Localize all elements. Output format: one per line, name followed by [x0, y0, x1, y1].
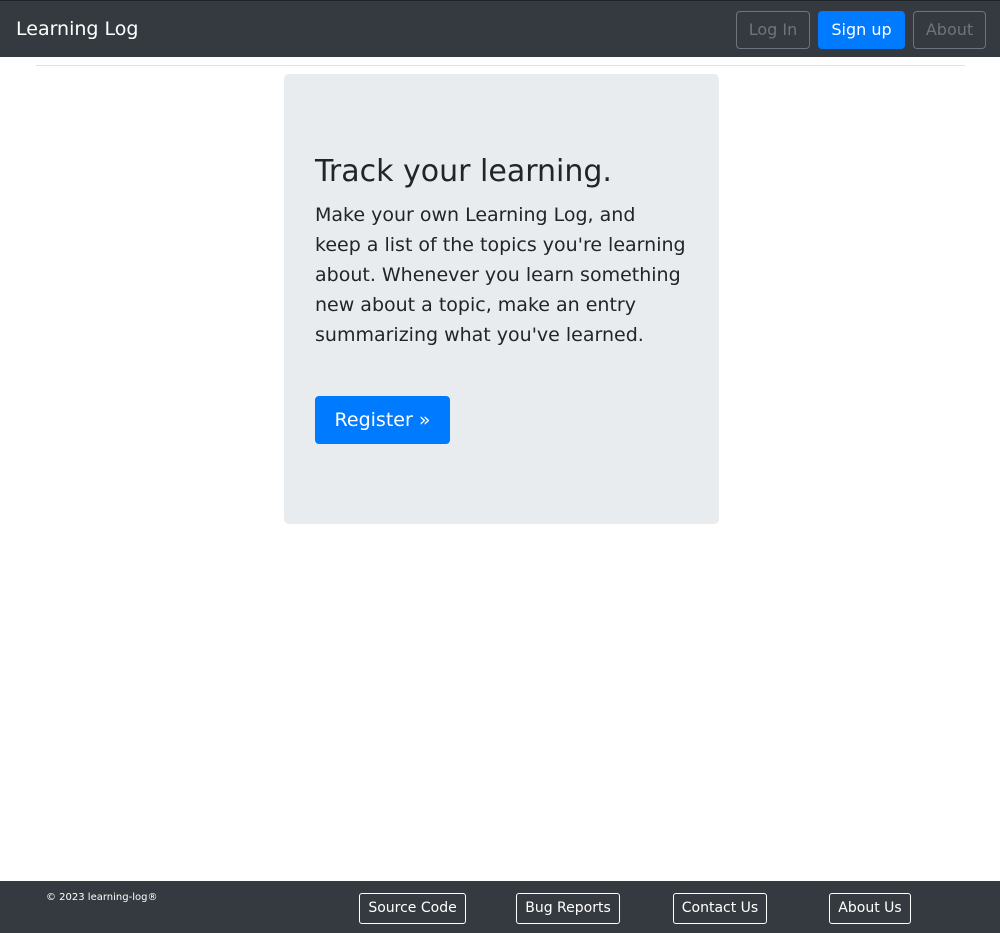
top-navbar: Learning Log Log In Sign up About: [0, 0, 1000, 57]
contact-us-button[interactable]: Contact Us: [673, 893, 767, 924]
hero-title: Track your learning.: [315, 154, 612, 189]
page-footer: © 2023 learning-log® Source Code Bug Rep…: [0, 881, 1000, 933]
about-us-button[interactable]: About Us: [829, 893, 911, 924]
bug-reports-button[interactable]: Bug Reports: [516, 893, 620, 924]
register-button[interactable]: Register »: [315, 396, 450, 444]
signup-button[interactable]: Sign up: [818, 11, 905, 49]
hero-jumbotron: Track your learning. Make your own Learn…: [284, 74, 719, 524]
about-button[interactable]: About: [913, 11, 986, 49]
brand-link[interactable]: Learning Log: [16, 18, 138, 41]
login-button[interactable]: Log In: [736, 11, 810, 49]
hero-description: Make your own Learning Log, and keep a l…: [315, 204, 686, 346]
divider: [36, 65, 965, 66]
source-code-button[interactable]: Source Code: [359, 893, 466, 924]
copyright-text: © 2023 learning-log®: [46, 892, 158, 903]
